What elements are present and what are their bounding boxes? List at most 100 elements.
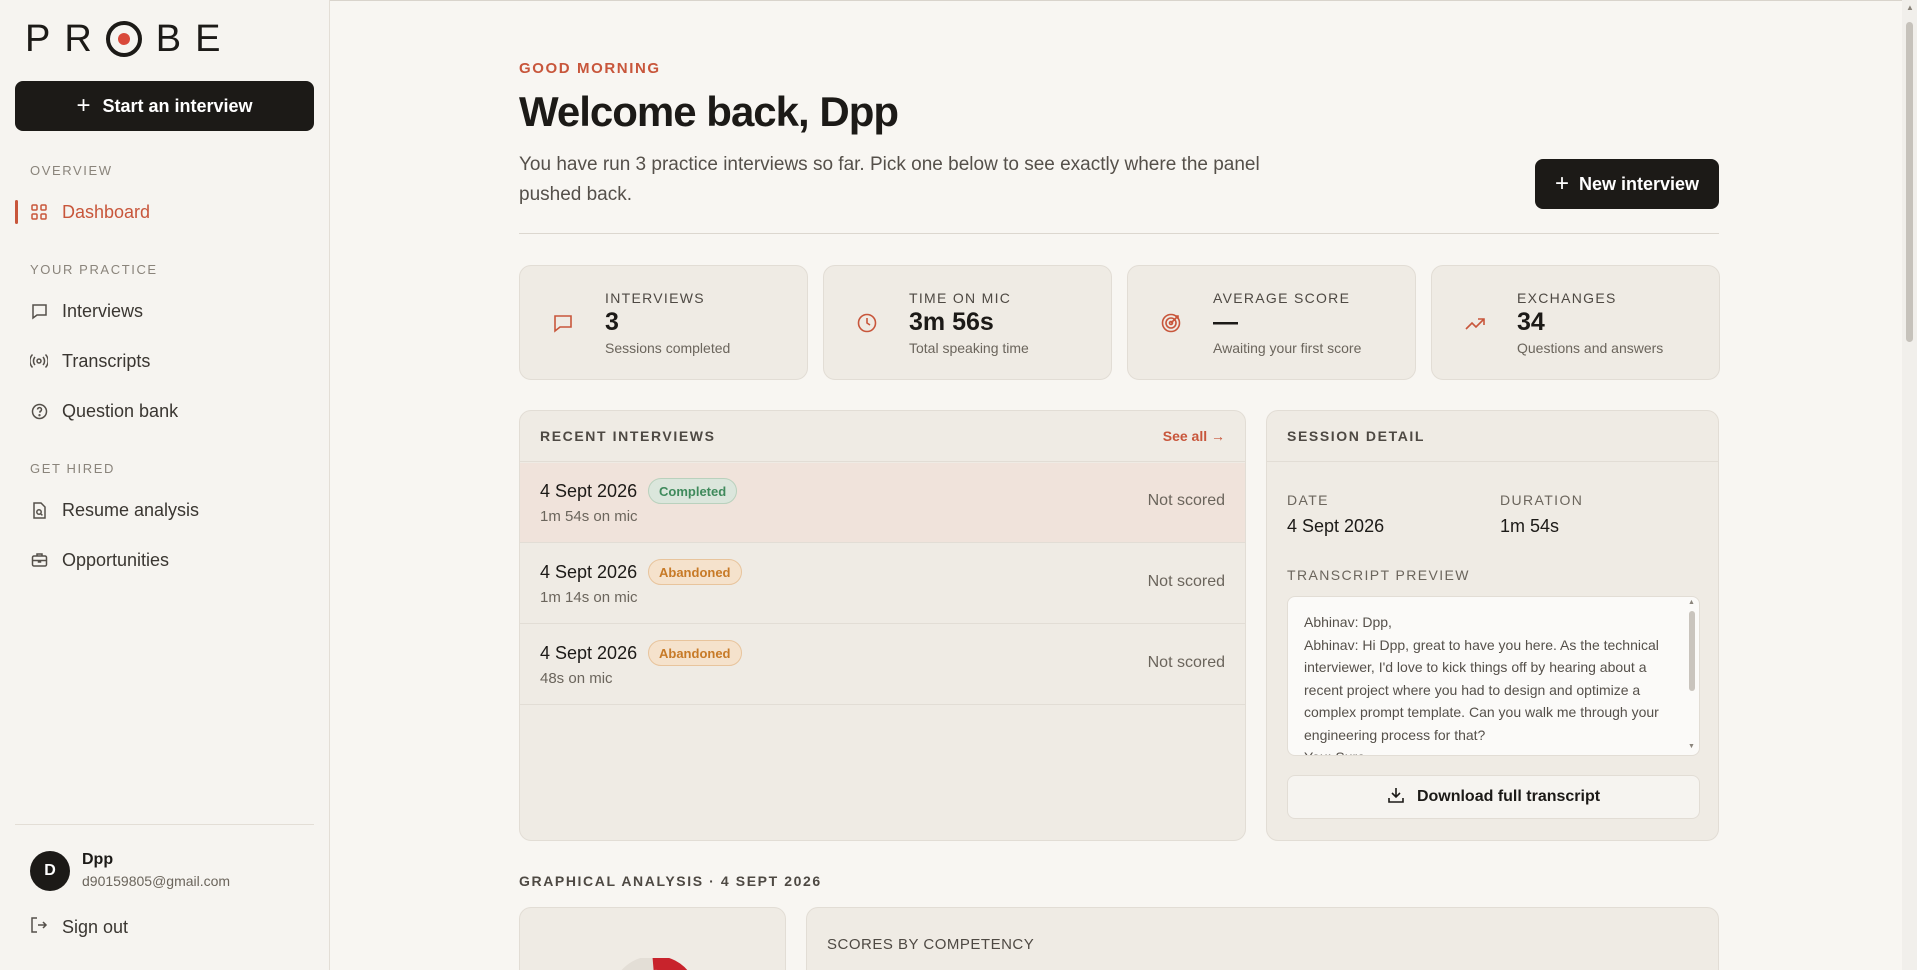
page-scrollbar[interactable]: ▲ <box>1902 0 1917 970</box>
score-donut-card <box>519 907 786 970</box>
briefcase-icon <box>30 551 48 569</box>
scores-by-competency-card: SCORES BY COMPETENCY <box>806 907 1719 970</box>
user-email: d90159805@gmail.com <box>82 873 231 889</box>
sidebar-item-opportunities[interactable]: Opportunities <box>30 545 310 575</box>
trend-icon <box>1464 312 1486 334</box>
stat-sub: Questions and answers <box>1517 340 1664 356</box>
sidebar-item-question-bank[interactable]: Question bank <box>30 396 310 426</box>
date-value: 4 Sept 2026 <box>1287 516 1385 536</box>
scroll-up-icon: ▲ <box>1906 3 1914 12</box>
interview-date: 4 Sept 2026 <box>540 643 638 663</box>
page-subtitle: You have run 3 practice interviews so fa… <box>519 154 1260 205</box>
panel-header: RECENT INTERVIEWS See all → <box>520 411 1245 462</box>
stat-sub: Total speaking time <box>909 340 1029 356</box>
clock-icon <box>856 312 878 334</box>
interview-mic-time: 1m 14s on mic <box>540 589 638 606</box>
interview-row[interactable]: 4 Sept 2026 Completed 1m 54s on mic Not … <box>520 463 1245 543</box>
panel-header: SESSION DETAIL <box>1267 411 1718 462</box>
sidebar-item-interviews[interactable]: Interviews <box>30 296 310 326</box>
stat-value: 34 <box>1517 308 1545 336</box>
stat-value: 3 <box>605 308 619 336</box>
stat-card-interviews: INTERVIEWS 3 Sessions completed <box>519 265 808 380</box>
logo-o-icon <box>105 21 142 57</box>
file-search-icon <box>30 501 48 519</box>
recent-interviews-title: RECENT INTERVIEWS <box>540 428 716 444</box>
scroll-down-icon: ▼ <box>1688 743 1695 750</box>
see-all-link[interactable]: See all → <box>1163 428 1225 444</box>
sidebar-item-label: Resume analysis <box>62 499 200 520</box>
transcript-preview[interactable]: Abhinav: Dpp, Abhinav: Hi Dpp, great to … <box>1287 596 1700 756</box>
sidebar-item-label: Dashboard <box>62 201 151 222</box>
sidebar-item-label: Transcripts <box>62 350 151 371</box>
page-title: Welcome back, Dpp <box>519 88 899 135</box>
interview-row[interactable]: 4 Sept 2026 Abandoned 48s on mic Not sco… <box>520 625 1245 705</box>
sidebar-item-resume-analysis[interactable]: Resume analysis <box>30 495 310 525</box>
section-overview: OVERVIEW <box>30 163 113 178</box>
broadcast-icon <box>30 352 48 370</box>
target-icon <box>1160 312 1182 334</box>
start-interview-button[interactable]: + Start an interview <box>15 81 314 131</box>
sidebar-item-transcripts[interactable]: Transcripts <box>30 346 310 376</box>
date-label: DATE <box>1287 492 1329 508</box>
stat-value: 3m 56s <box>909 308 994 336</box>
session-detail-title: SESSION DETAIL <box>1287 428 1426 444</box>
interview-row[interactable]: 4 Sept 2026 Abandoned 1m 14s on mic Not … <box>520 544 1245 624</box>
duration-label: DURATION <box>1500 492 1584 508</box>
user-name: Dpp <box>82 851 114 868</box>
scroll-up-icon: ▲ <box>1688 599 1695 606</box>
chat-icon <box>552 312 574 334</box>
interview-mic-time: 48s on mic <box>540 670 613 687</box>
session-detail-panel: SESSION DETAIL DATE 4 Sept 2026 DURATION… <box>1266 410 1719 841</box>
interview-mic-time: 1m 54s on mic <box>540 508 638 525</box>
graphical-analysis-title: GRAPHICAL ANALYSIS · 4 SEPT 2026 <box>519 873 822 889</box>
sidebar-item-dashboard[interactable]: Dashboard <box>30 197 310 227</box>
stat-card-time-on-mic: TIME ON MIC 3m 56s Total speaking time <box>823 265 1112 380</box>
sign-out-button[interactable]: Sign out <box>30 916 128 939</box>
sidebar: PR BE + Start an interview OVERVIEW Dash… <box>0 0 330 970</box>
stat-sub: Awaiting your first score <box>1213 340 1362 356</box>
recent-interviews-panel: RECENT INTERVIEWS See all → 4 Sept 2026 … <box>519 410 1246 841</box>
stat-card-exchanges: EXCHANGES 34 Questions and answers <box>1431 265 1720 380</box>
duration-value: 1m 54s <box>1500 516 1560 536</box>
plus-icon: + <box>1554 170 1569 197</box>
header-divider <box>519 233 1719 234</box>
transcript-preview-label: TRANSCRIPT PREVIEW <box>1287 567 1470 583</box>
sign-out-label: Sign out <box>62 917 129 937</box>
stat-label: INTERVIEWS <box>605 290 705 306</box>
transcript-scrollbar[interactable]: ▲ ▼ <box>1687 599 1697 751</box>
download-icon <box>1387 786 1405 809</box>
interview-score: Not scored <box>1147 654 1225 671</box>
download-label: Download full transcript <box>1416 788 1601 805</box>
donut-chart-icon <box>621 958 688 970</box>
avatar[interactable]: D <box>30 851 70 891</box>
probe-logo[interactable]: PR BE <box>25 20 235 58</box>
logo-text: PR <box>25 18 106 60</box>
new-interview-button[interactable]: + New interview <box>1535 159 1719 209</box>
plus-icon: + <box>76 92 91 119</box>
active-indicator <box>15 200 18 224</box>
scroll-thumb[interactable] <box>1689 611 1695 691</box>
section-practice: YOUR PRACTICE <box>30 262 158 277</box>
sidebar-item-label: Opportunities <box>62 549 170 570</box>
transcript-text: Abhinav: Dpp, Abhinav: Hi Dpp, great to … <box>1304 614 1659 755</box>
chat-icon <box>30 302 48 320</box>
help-circle-icon <box>30 402 48 420</box>
interview-date: 4 Sept 2026 <box>540 562 638 582</box>
stat-label: TIME ON MIC <box>909 290 1012 306</box>
section-get-hired: GET HIRED <box>30 461 115 476</box>
scores-by-competency-title: SCORES BY COMPETENCY <box>827 936 1035 953</box>
status-badge: Abandoned <box>648 559 742 585</box>
logo-text-end: BE <box>155 18 235 60</box>
stat-label: EXCHANGES <box>1517 290 1617 306</box>
grid-icon <box>30 203 48 221</box>
interview-score: Not scored <box>1147 492 1225 509</box>
interview-date: 4 Sept 2026 <box>540 481 638 501</box>
status-badge: Completed <box>648 478 738 504</box>
start-interview-label: Start an interview <box>102 95 253 116</box>
logout-icon <box>30 916 48 939</box>
interview-score: Not scored <box>1147 573 1225 590</box>
new-interview-label: New interview <box>1578 173 1700 194</box>
sidebar-divider <box>15 824 314 825</box>
page-scroll-thumb[interactable] <box>1906 22 1913 342</box>
download-transcript-button[interactable]: Download full transcript <box>1287 775 1700 819</box>
